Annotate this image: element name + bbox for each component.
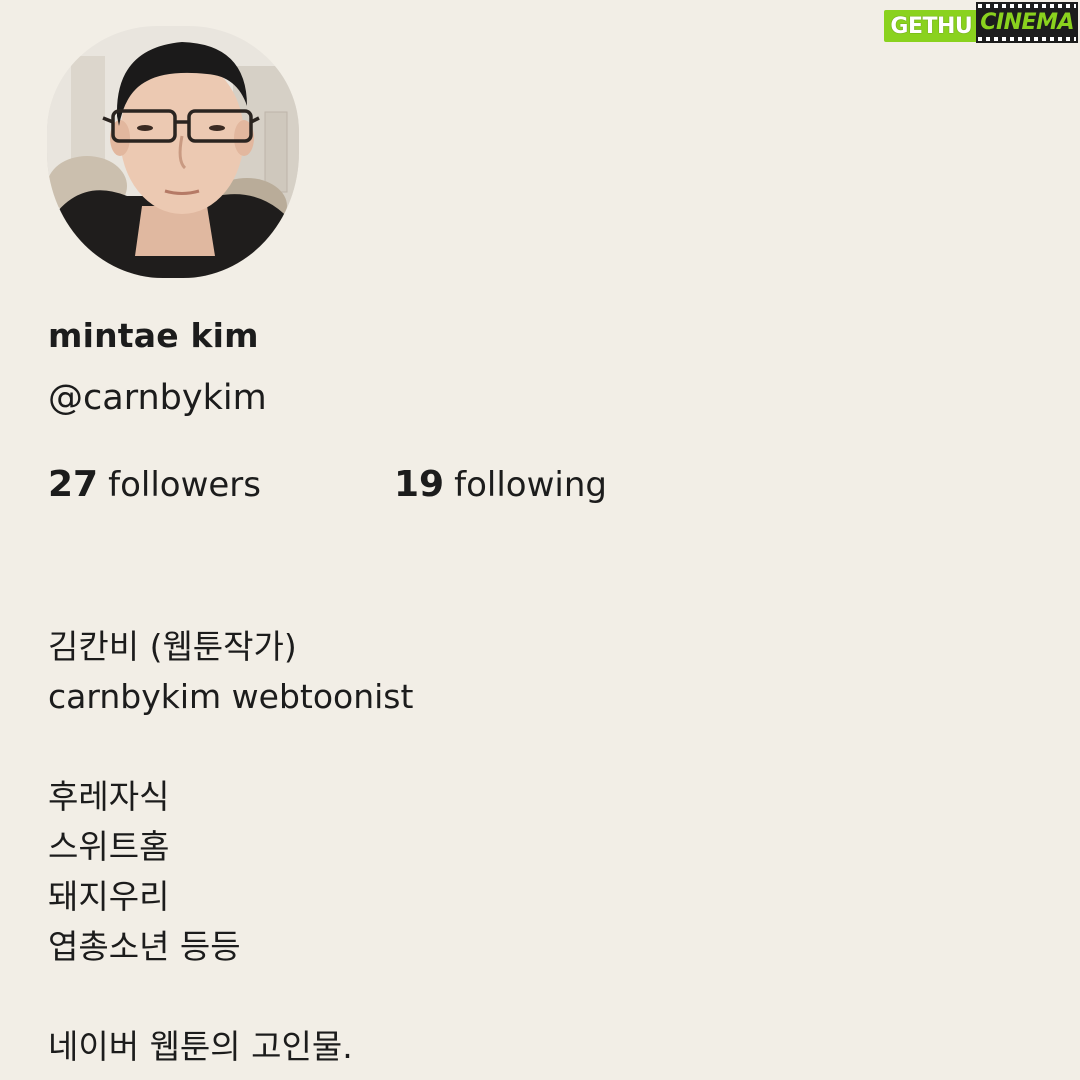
- watermark-logo: GETHU CINEMA: [884, 2, 1078, 43]
- following-stat[interactable]: 19 following: [394, 464, 607, 505]
- bio-line: carnbykim webtoonist: [48, 677, 414, 716]
- watermark-part-1: GETHU: [884, 10, 977, 42]
- following-count: 19: [394, 464, 445, 505]
- bio-line: 김칸비 (웹툰작가): [48, 627, 297, 666]
- bio-line: 후레자식: [48, 777, 170, 816]
- followers-label: followers: [108, 465, 261, 505]
- bio-line: 네이버 웹툰의 고인물.: [48, 1027, 353, 1066]
- bio-line: 엽총소년 등등: [48, 927, 241, 966]
- following-label: following: [454, 465, 607, 505]
- bio-line: 스위트홈: [48, 827, 170, 866]
- followers-stat[interactable]: 27 followers: [48, 464, 261, 505]
- bio: 김칸비 (웹툰작가) carnbykim webtoonist 후레자식 스위트…: [48, 622, 413, 1072]
- username-handle[interactable]: @carnbykim: [48, 378, 267, 418]
- profile-avatar[interactable]: [47, 26, 299, 278]
- user-portrait-icon: [47, 26, 299, 278]
- watermark-part-2: CINEMA: [976, 2, 1078, 43]
- display-name: mintae kim: [48, 316, 259, 355]
- followers-count: 27: [48, 464, 99, 505]
- bio-line: 돼지우리: [48, 877, 170, 916]
